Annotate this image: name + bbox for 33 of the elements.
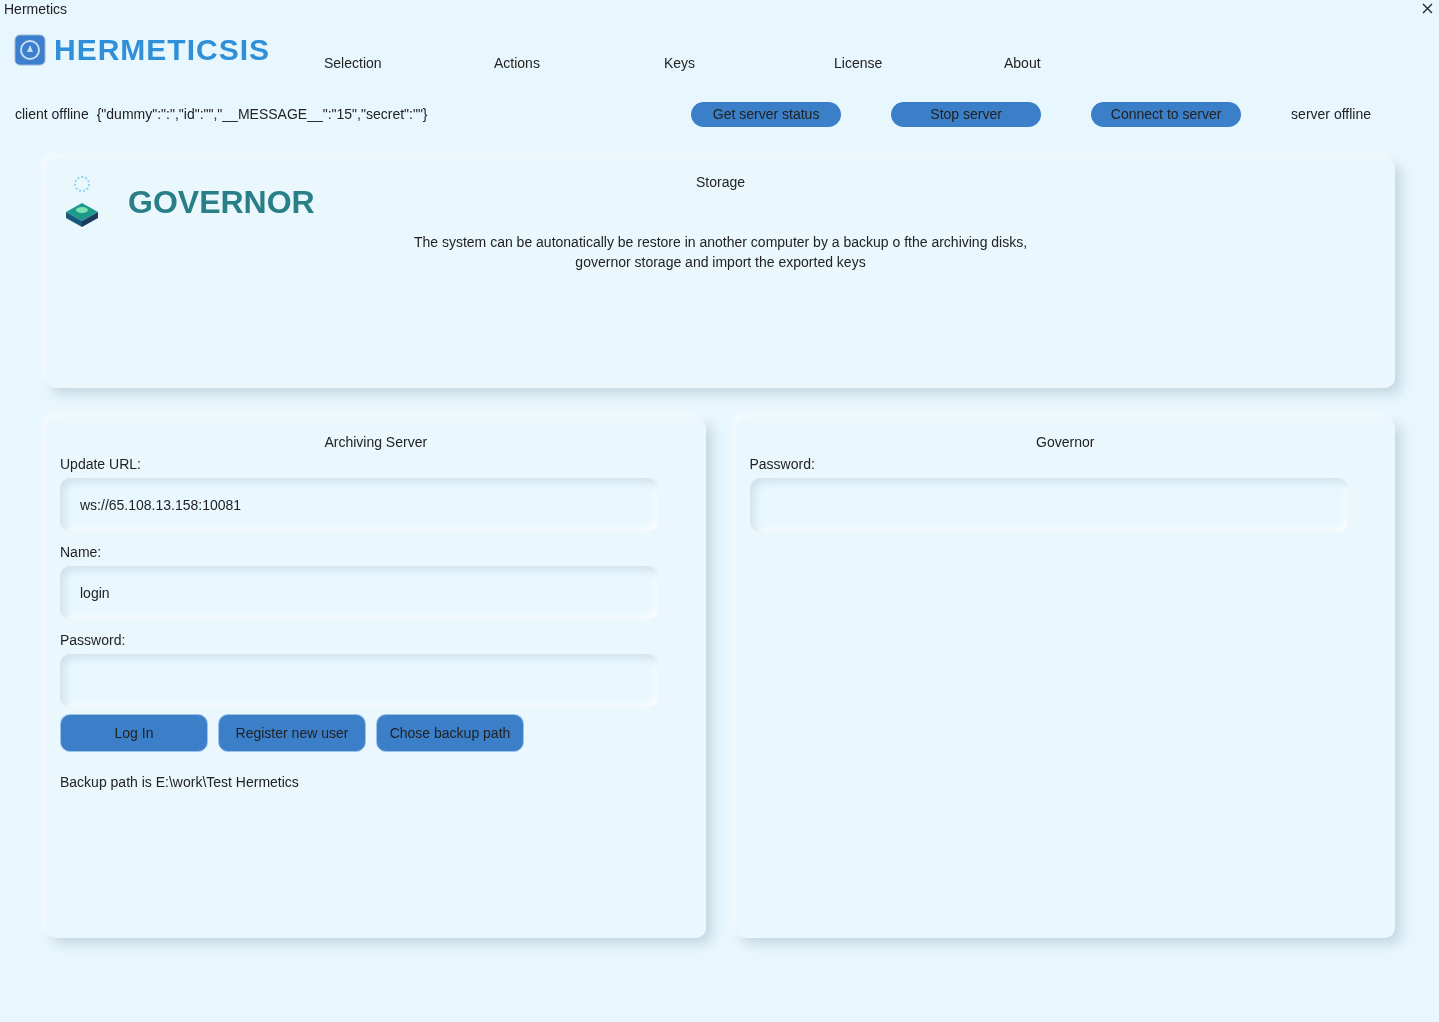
card-title: Governor xyxy=(1035,433,1096,450)
card-title: Archiving Server xyxy=(323,433,429,450)
server-button[interactable]: Get server status xyxy=(691,101,842,127)
field-label: Password: xyxy=(60,632,127,648)
governor-logo-text: GOVERNOR xyxy=(128,183,315,221)
storage-description: The system can be autonatically be restore in another computer by a backup o fthe archiving disks, governor storage and import the exported keys xyxy=(413,233,1028,272)
menu-item[interactable]: Keys xyxy=(650,55,820,71)
input-field[interactable]: ws://65.108.13.158:10081 xyxy=(60,478,658,532)
logo-icon xyxy=(14,34,46,66)
server-button[interactable]: Stop server xyxy=(891,101,1042,127)
menu-item[interactable]: Selection xyxy=(310,55,480,71)
menu-item[interactable]: License xyxy=(820,55,990,71)
server-button[interactable]: Connect to server xyxy=(1091,101,1242,127)
action-button[interactable]: Chose backup path xyxy=(376,714,524,752)
action-button[interactable]: Register new user xyxy=(218,714,366,752)
window-title: Hermetics xyxy=(4,1,67,17)
field-label: Name: xyxy=(60,544,103,560)
server-status: server offline xyxy=(1291,106,1371,122)
menu-item[interactable]: About xyxy=(990,55,1160,71)
card-title: Storage xyxy=(695,173,745,190)
field-label: Update URL: xyxy=(60,456,142,472)
action-button[interactable]: Log In xyxy=(60,714,208,752)
input-field[interactable] xyxy=(749,478,1348,532)
input-field[interactable]: login xyxy=(60,566,658,620)
backup-path-text: Backup path is E:\work\Test Hermetics xyxy=(60,774,300,790)
client-status: client offline xyxy=(15,106,89,122)
status-message: {"dummy":":","id":"","__MESSAGE__":"15","secret":""} xyxy=(96,106,428,122)
field-label: Password: xyxy=(749,456,816,472)
brand-name: HERMETICSIS xyxy=(54,33,271,67)
menu-item[interactable]: Actions xyxy=(480,55,650,71)
close-icon xyxy=(1422,3,1433,14)
input-field[interactable] xyxy=(60,654,658,708)
server-stack-icon xyxy=(64,174,100,230)
